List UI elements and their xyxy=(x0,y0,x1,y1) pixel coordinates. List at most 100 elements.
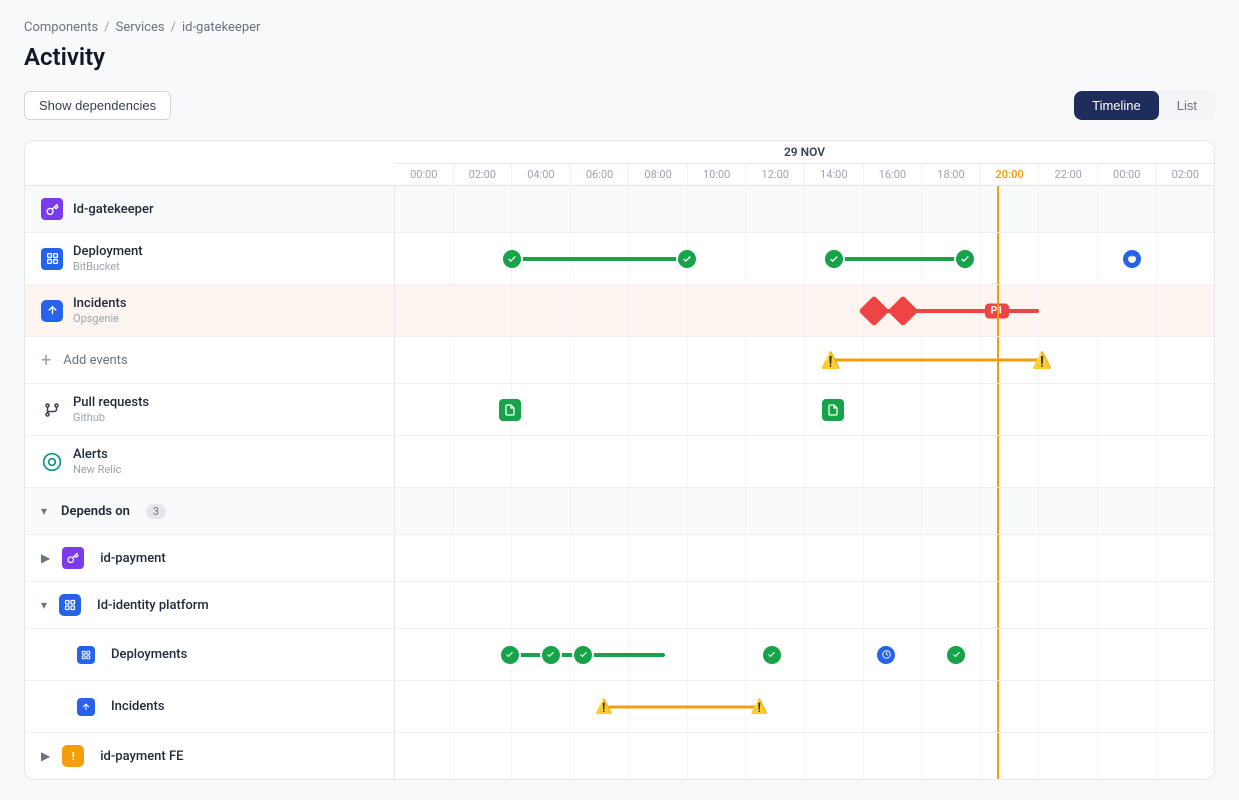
pull-requests-sublabel: Github xyxy=(73,411,149,424)
hour-1600: 16:00 xyxy=(863,164,922,185)
row-incidents: Incidents Opsgenie xyxy=(25,285,1214,337)
id-identity-timeline xyxy=(395,582,1214,628)
hour-2000: 20:00 xyxy=(980,164,1039,185)
row-id-payment: ▶ id-payment xyxy=(25,535,1214,582)
add-events-timeline: ⚠️ ⚠️ xyxy=(395,337,1214,383)
pull-requests-label: Pull requests xyxy=(73,395,149,410)
incidents-sub-label: Incidents xyxy=(111,699,165,714)
header-left xyxy=(25,141,395,186)
alert-end-icon: ⚠️ xyxy=(1032,351,1052,370)
gatekeeper-label: Id-gatekeeper xyxy=(73,202,154,217)
id-payment-fe-icon: ! xyxy=(62,745,84,767)
hour-1000: 10:00 xyxy=(687,164,746,185)
hour-1800: 18:00 xyxy=(921,164,980,185)
deploy-sub-check-2 xyxy=(945,644,967,666)
deployment-timeline xyxy=(395,233,1214,284)
id-payment-label: id-payment xyxy=(100,551,166,566)
deploy-end-3 xyxy=(1121,248,1143,270)
incidents-sub-warn-2: ⚠️ xyxy=(751,699,768,715)
alert-start-icon: ⚠️ xyxy=(821,351,841,370)
list-tab[interactable]: List xyxy=(1159,91,1215,120)
deployments-sub-timeline xyxy=(395,629,1214,680)
row-deployments-sub: Deployments xyxy=(25,629,1214,681)
deployment-label: Deployment xyxy=(73,244,143,259)
row-pull-requests: Pull requests Github xyxy=(25,384,1214,436)
id-identity-icon xyxy=(59,594,81,616)
deploy-bar-1 xyxy=(512,257,687,261)
hours-row: 00:00 02:00 04:00 06:00 08:00 10:00 12:0… xyxy=(395,164,1214,185)
incidents-icon xyxy=(41,300,63,322)
deploy-sub-mid xyxy=(540,644,562,666)
current-time-line xyxy=(997,186,999,232)
deployment-icon xyxy=(41,248,63,270)
row-id-gatekeeper: Id-gatekeeper xyxy=(25,186,1214,233)
id-identity-chevron-icon[interactable]: ▾ xyxy=(41,598,47,612)
id-payment-icon xyxy=(62,547,84,569)
timeline-container: 29 NOV 00:00 02:00 04:00 06:00 08:00 10:… xyxy=(24,140,1215,780)
alerts-sublabel: New Relic xyxy=(73,463,121,476)
gatekeeper-timeline xyxy=(395,186,1214,232)
row-id-identity-platform: ▾ Id-identity platform xyxy=(25,582,1214,629)
date-label: 29 NOV xyxy=(395,141,1214,164)
hour-0600: 06:00 xyxy=(570,164,629,185)
incidents-sub-bar xyxy=(608,705,764,708)
deployments-sub-label: Deployments xyxy=(111,647,187,662)
deploy-sub-start-1 xyxy=(499,644,521,666)
toolbar: Show dependencies Timeline List xyxy=(24,91,1215,120)
id-payment-timeline xyxy=(395,535,1214,581)
incident-marker-1 xyxy=(859,295,890,326)
depends-on-chevron-icon[interactable]: ▾ xyxy=(41,504,47,518)
row-alerts: Alerts New Relic xyxy=(25,436,1214,488)
hour-1200: 12:00 xyxy=(745,164,804,185)
id-payment-fe-chevron-icon[interactable]: ▶ xyxy=(41,749,50,763)
gatekeeper-icon xyxy=(41,198,63,220)
show-dependencies-button[interactable]: Show dependencies xyxy=(24,91,171,120)
breadcrumb-services[interactable]: Services xyxy=(116,20,165,35)
id-payment-chevron-icon[interactable]: ▶ xyxy=(41,551,50,565)
add-events-plus-icon: + xyxy=(41,350,51,371)
deploy-start-1 xyxy=(501,248,523,270)
id-payment-fe-label: id-payment FE xyxy=(100,749,183,764)
add-events-label: Add events xyxy=(63,353,127,368)
pull-requests-icon xyxy=(41,399,63,421)
page-title: Activity xyxy=(24,43,1215,71)
deploy-end-2 xyxy=(954,248,976,270)
incidents-timeline: P1 xyxy=(395,285,1214,336)
incidents-sub-icon xyxy=(77,698,95,716)
deploy-sub-check-1 xyxy=(761,644,783,666)
depends-on-timeline xyxy=(395,488,1214,534)
row-id-payment-fe: ▶ ! id-payment FE xyxy=(25,733,1214,779)
alerts-label: Alerts xyxy=(73,447,121,462)
hour-0400: 04:00 xyxy=(511,164,570,185)
breadcrumb-current: id-gatekeeper xyxy=(182,20,260,35)
incidents-sub-timeline: ⚠️ ⚠️ xyxy=(395,681,1214,732)
hour-0800: 08:00 xyxy=(628,164,687,185)
deploy-bar-2 xyxy=(834,257,965,261)
hour-0200b: 02:00 xyxy=(1156,164,1215,185)
row-deployment: Deployment BitBucket xyxy=(25,233,1214,285)
row-depends-on[interactable]: ▾ Depends on 3 xyxy=(25,488,1214,535)
hour-0200: 02:00 xyxy=(453,164,512,185)
deployment-sublabel: BitBucket xyxy=(73,260,143,273)
row-add-events[interactable]: + Add events ⚠️ ⚠️ xyxy=(25,337,1214,384)
deployments-sub-icon xyxy=(77,646,95,664)
depends-count-badge: 3 xyxy=(146,504,166,519)
hour-1400: 14:00 xyxy=(804,164,863,185)
hour-2200: 22:00 xyxy=(1038,164,1097,185)
deploy-sub-end-1 xyxy=(572,644,594,666)
pr-marker-1 xyxy=(499,399,521,421)
pr-marker-2 xyxy=(822,399,844,421)
incidents-label: Incidents xyxy=(73,296,127,311)
breadcrumb-components[interactable]: Components xyxy=(24,20,98,35)
breadcrumb: Components / Services / id-gatekeeper xyxy=(24,20,1215,35)
timeline-header: 29 NOV 00:00 02:00 04:00 06:00 08:00 10:… xyxy=(25,141,1214,186)
id-payment-fe-timeline xyxy=(395,733,1214,779)
header-right: 29 NOV 00:00 02:00 04:00 06:00 08:00 10:… xyxy=(395,141,1214,186)
timeline-tab[interactable]: Timeline xyxy=(1074,91,1159,120)
pull-requests-timeline xyxy=(395,384,1214,435)
deploy-end-1 xyxy=(676,248,698,270)
incident-marker-2 xyxy=(887,295,918,326)
view-toggle: Timeline List xyxy=(1074,91,1215,120)
id-identity-label: Id-identity platform xyxy=(97,598,209,613)
alerts-icon xyxy=(41,451,63,473)
